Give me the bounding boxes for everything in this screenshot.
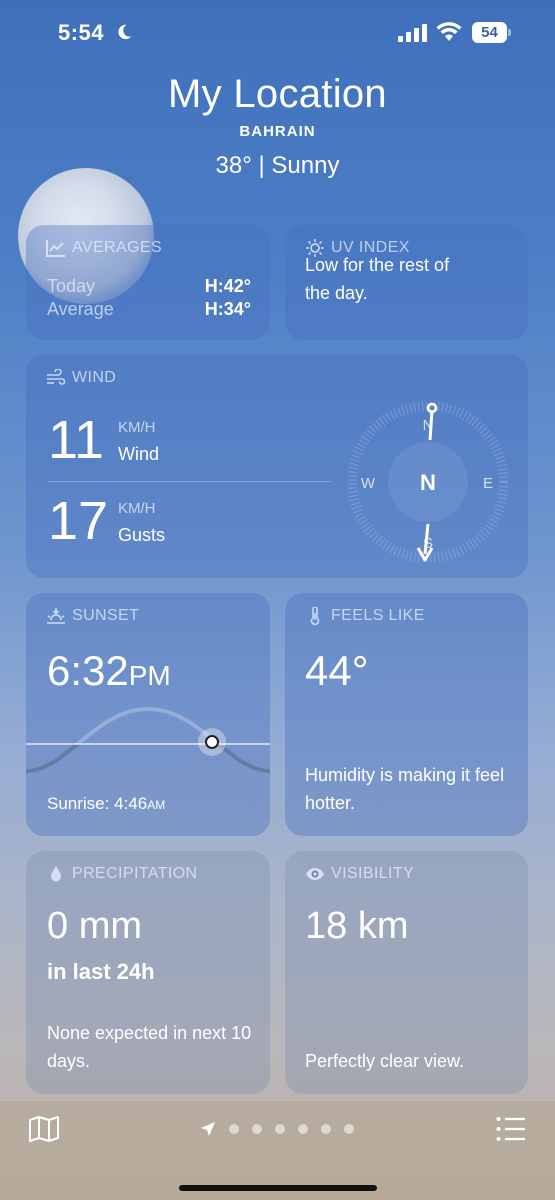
status-bar: 5:54 54 (0, 0, 555, 62)
sunrise-ampm: AM (147, 798, 166, 812)
wind-speed-value: 11 (48, 410, 105, 470)
list-icon[interactable] (496, 1116, 526, 1142)
page-dot[interactable] (321, 1124, 331, 1134)
page-dot[interactable] (229, 1124, 239, 1134)
averages-label: Today (47, 276, 96, 296)
precipitation-value: 0 mm (47, 905, 142, 947)
averages-row-average: Average H:34° (47, 299, 251, 320)
wind-header: WIND (46, 369, 116, 387)
averages-label: Average (47, 299, 114, 319)
sunrise-label: Sunrise: 4:46 (47, 794, 148, 813)
eye-icon (306, 868, 324, 880)
wind-divider (48, 481, 332, 482)
wifi-icon (436, 22, 462, 41)
page-dot[interactable] (344, 1124, 354, 1134)
status-time: 5:54 (58, 20, 105, 45)
feels-like-header: FEELS LIKE (305, 607, 425, 625)
feels-like-card[interactable]: FEELS LIKE 44° Humidity is making it fee… (285, 593, 528, 836)
location-arrow-icon (201, 1122, 215, 1136)
sunrise-time: Sunrise: 4:46AM (47, 794, 165, 814)
averages-header: AVERAGES (46, 239, 162, 257)
precipitation-note: None expected in next 10 days. (47, 1023, 252, 1071)
sunset-icon (47, 608, 65, 624)
bottom-toolbar (0, 1100, 555, 1200)
uv-description: Low for the rest of the day. (305, 255, 515, 307)
sunset-time-ampm: PM (128, 660, 171, 691)
wind-speed-unit: KM/H (118, 419, 156, 436)
page-indicator[interactable] (200, 1121, 354, 1137)
sunset-time: 6:32PM (47, 647, 171, 695)
home-indicator[interactable] (179, 1185, 377, 1191)
gust-speed-value: 17 (48, 491, 109, 551)
gust-speed-unit: KM/H (118, 500, 156, 517)
chart-icon (46, 240, 65, 257)
averages-row-today: Today H:42° (47, 276, 251, 297)
visibility-value: 18 km (305, 905, 409, 947)
compass-west: W (361, 475, 376, 492)
page-dot[interactable] (298, 1124, 308, 1134)
visibility-header: VISIBILITY (305, 865, 414, 883)
sun-path-curve (26, 706, 270, 773)
precipitation-title: PRECIPITATION (72, 865, 198, 882)
averages-value: H:34° (204, 299, 251, 319)
precipitation-period: in last 24h (47, 959, 155, 984)
page-dot[interactable] (252, 1124, 262, 1134)
feels-like-note: Humidity is making it feel hotter. (305, 765, 505, 813)
thermometer-icon (310, 607, 320, 625)
visibility-title: VISIBILITY (331, 865, 415, 882)
drop-icon (51, 866, 61, 882)
precipitation-card[interactable]: PRECIPITATION 0 mm in last 24h None expe… (26, 851, 270, 1094)
map-icon[interactable] (28, 1115, 60, 1143)
uv-text: the day. (305, 283, 368, 303)
visibility-card[interactable]: VISIBILITY 18 km Perfectly clear view. (285, 851, 528, 1094)
page-dot[interactable] (275, 1124, 285, 1134)
uv-text-partial: Low for the rest of (305, 255, 450, 275)
uv-index-card[interactable]: UV INDEX Low for the rest of the day. (285, 225, 528, 340)
location-subtitle: BAHRAIN (239, 123, 316, 140)
sunset-time-value: 6:32 (47, 647, 129, 694)
wind-speed-label: Wind (118, 444, 160, 464)
moon-icon (118, 24, 132, 40)
battery-icon: 54 (472, 22, 512, 44)
wind-compass: N W E S N (348, 402, 508, 562)
averages-value: H:42° (204, 276, 251, 296)
visibility-note: Perfectly clear view. (305, 1051, 465, 1071)
wind-card[interactable]: WIND 11 KM/H Wind 17 KM/H Gusts N W E S … (26, 355, 528, 578)
location-header: My Location BAHRAIN 38° | Sunny (0, 72, 555, 180)
battery-level: 54 (472, 22, 507, 43)
wind-title: WIND (72, 369, 117, 386)
location-title: My Location (168, 72, 387, 116)
gust-speed-label: Gusts (118, 525, 166, 545)
wind-icon (47, 369, 66, 385)
feels-like-value: 44° (305, 647, 369, 694)
sunset-title: SUNSET (72, 607, 140, 624)
averages-card[interactable]: AVERAGES Today H:42° Average H:34° (26, 225, 270, 340)
sunset-card[interactable]: SUNSET 6:32PM Sunrise: 4:46AM (26, 593, 270, 836)
compass-direction: N (420, 470, 436, 495)
current-conditions: 38° | Sunny (215, 152, 340, 179)
cellular-signal-icon (398, 24, 427, 42)
compass-east: E (483, 475, 493, 492)
sunset-header: SUNSET (46, 607, 139, 625)
averages-title: AVERAGES (72, 239, 163, 256)
feels-like-title: FEELS LIKE (331, 607, 425, 624)
precipitation-header: PRECIPITATION (46, 865, 198, 883)
